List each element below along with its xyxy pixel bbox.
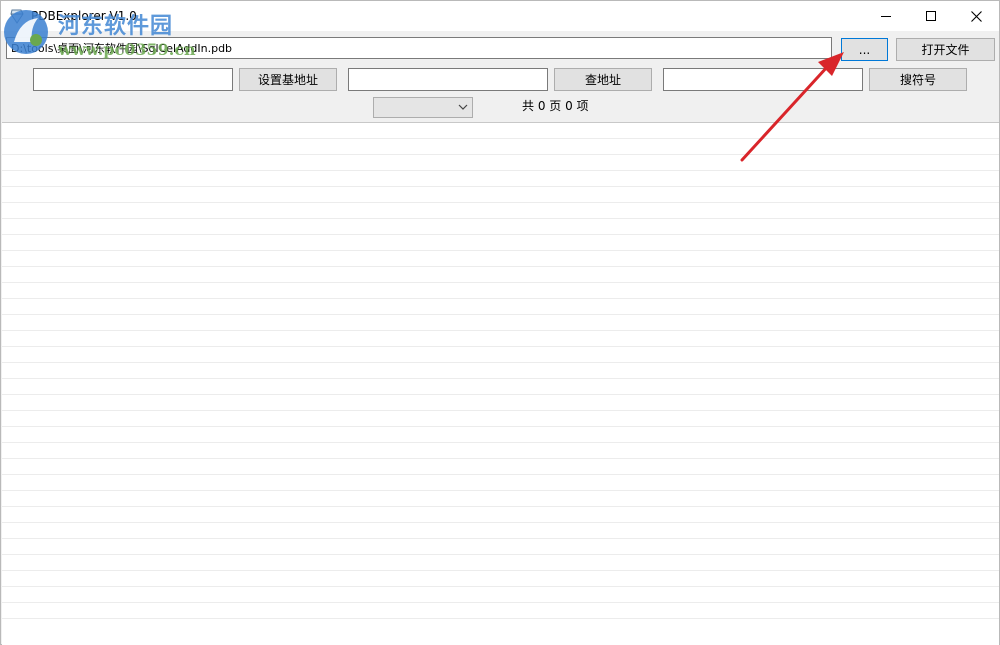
list-row[interactable] (2, 411, 999, 427)
main-window: PDBExplorer V1.0 ... 打开文件 设置基地址 查地址 搜符号 … (0, 0, 1000, 645)
pdb-path-input[interactable] (6, 37, 832, 59)
list-row[interactable] (2, 155, 999, 171)
page-info-label: 共 0 页 0 项 (522, 99, 589, 113)
close-icon (970, 10, 982, 22)
list-row[interactable] (2, 395, 999, 411)
page-select[interactable] (373, 97, 473, 118)
list-row[interactable] (2, 539, 999, 555)
list-row[interactable] (2, 491, 999, 507)
list-row[interactable] (2, 283, 999, 299)
chevron-down-icon (458, 104, 468, 110)
title-bar[interactable]: PDBExplorer V1.0 (1, 1, 999, 31)
list-row[interactable] (2, 123, 999, 139)
list-row[interactable] (2, 139, 999, 155)
list-row[interactable] (2, 219, 999, 235)
list-row[interactable] (2, 459, 999, 475)
list-row[interactable] (2, 555, 999, 571)
maximize-button[interactable] (908, 1, 954, 31)
list-row[interactable] (2, 331, 999, 347)
list-row[interactable] (2, 203, 999, 219)
list-row[interactable] (2, 251, 999, 267)
browse-button[interactable]: ... (841, 38, 888, 61)
symbol-input[interactable] (663, 68, 863, 91)
close-button[interactable] (953, 1, 999, 31)
list-row[interactable] (2, 603, 999, 619)
minimize-button[interactable] (863, 1, 909, 31)
minimize-icon (881, 16, 891, 17)
list-row[interactable] (2, 235, 999, 251)
list-row[interactable] (2, 299, 999, 315)
app-icon (10, 9, 24, 24)
list-row[interactable] (2, 267, 999, 283)
list-row[interactable] (2, 363, 999, 379)
list-row[interactable] (2, 443, 999, 459)
list-row[interactable] (2, 187, 999, 203)
list-row[interactable] (2, 315, 999, 331)
lookup-address-button[interactable]: 查地址 (554, 68, 652, 91)
maximize-icon (926, 11, 936, 21)
list-row[interactable] (2, 379, 999, 395)
address-input[interactable] (348, 68, 548, 91)
open-file-button[interactable]: 打开文件 (896, 38, 995, 61)
set-base-address-button[interactable]: 设置基地址 (239, 68, 337, 91)
list-row[interactable] (2, 587, 999, 603)
list-row[interactable] (2, 347, 999, 363)
list-row[interactable] (2, 427, 999, 443)
list-row[interactable] (2, 523, 999, 539)
window-title: PDBExplorer V1.0 (31, 9, 137, 23)
list-row[interactable] (2, 571, 999, 587)
search-symbol-button[interactable]: 搜符号 (869, 68, 967, 91)
list-row[interactable] (2, 475, 999, 491)
list-row[interactable] (2, 171, 999, 187)
symbol-list[interactable] (2, 122, 999, 645)
list-row[interactable] (2, 507, 999, 523)
base-address-input[interactable] (33, 68, 233, 91)
